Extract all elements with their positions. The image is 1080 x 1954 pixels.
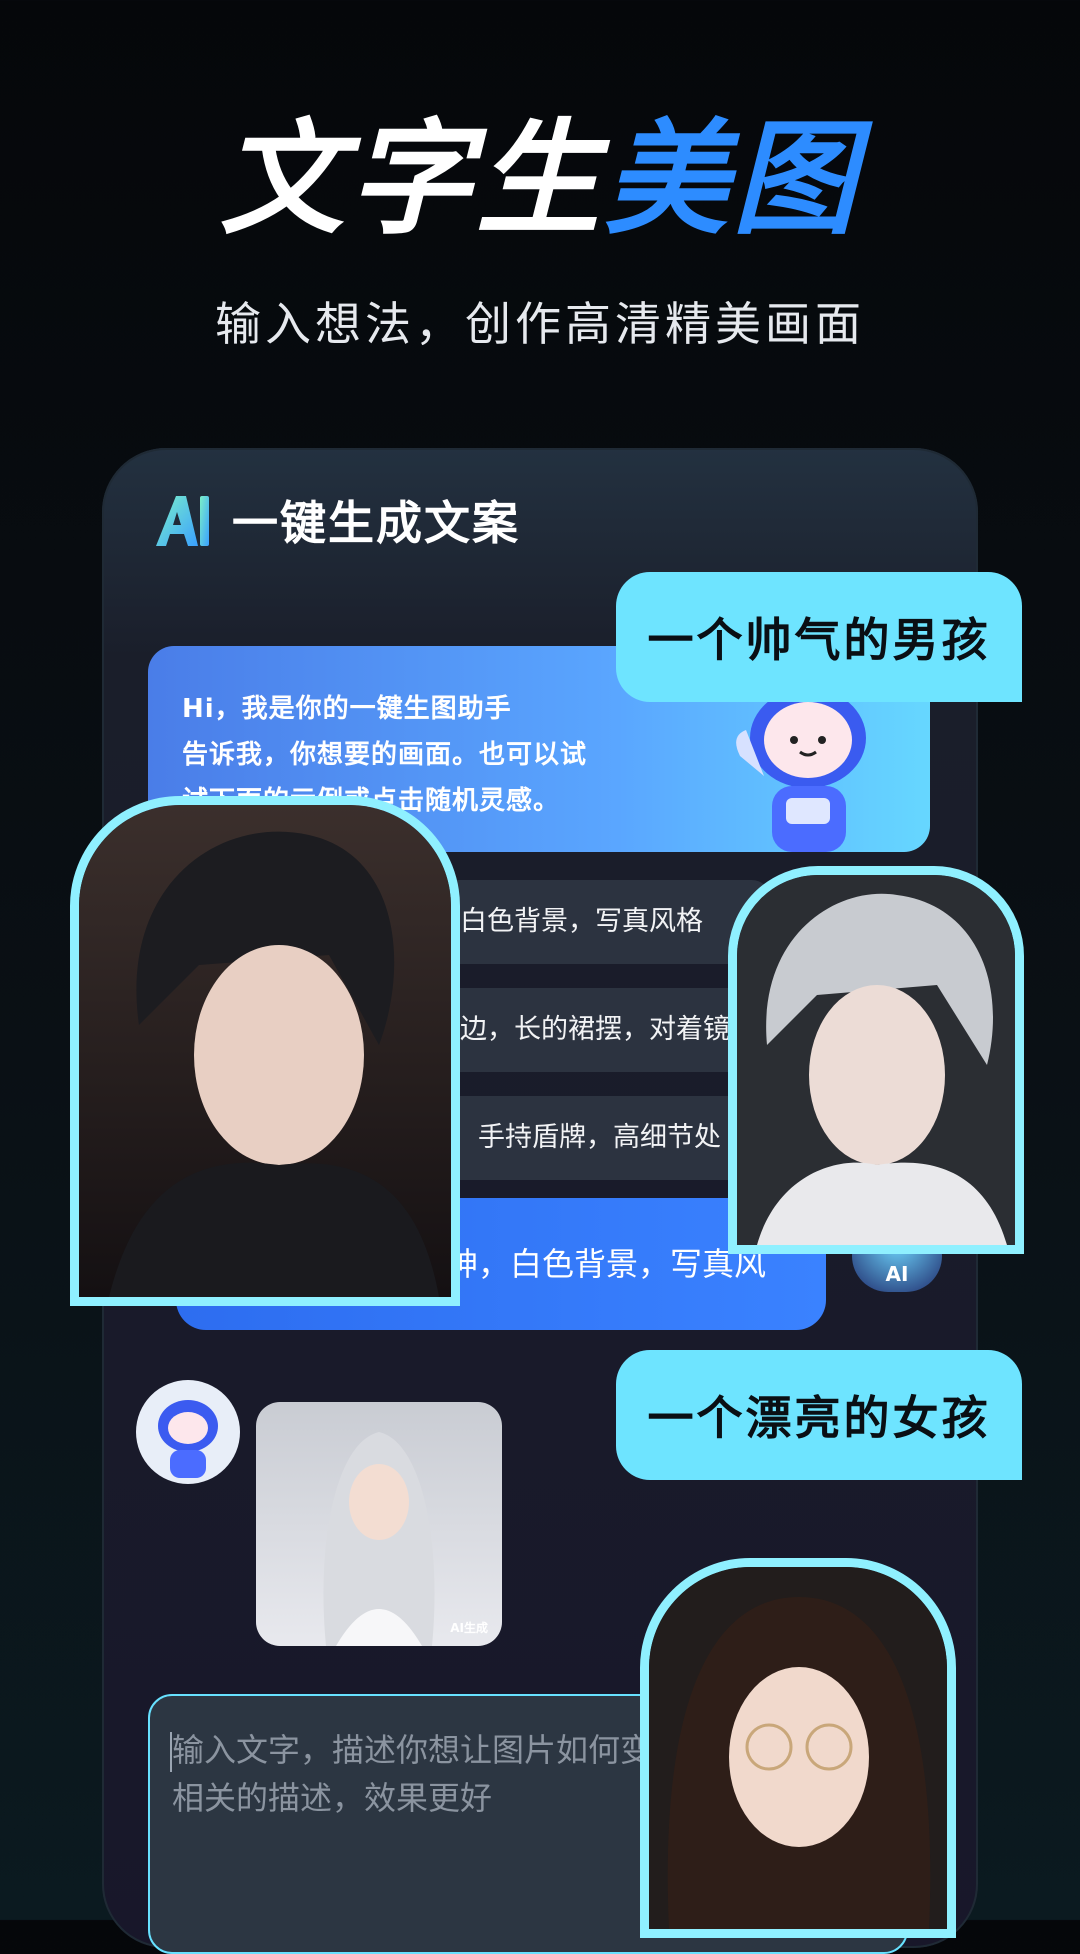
portrait-silver-hair-boy [728, 866, 1024, 1254]
hero-title-white: 文字生 [219, 108, 604, 252]
app-header: 一键生成文案 [152, 490, 520, 550]
input-placeholder: 输入文字，描述你想让图片如何变 相关的描述，效果更好 [172, 1731, 653, 1817]
chip-handsome-boy[interactable]: 一个帅气的男孩 [616, 572, 1022, 702]
astronaut-mascot [720, 686, 890, 852]
hero-subtitle: 输入想法，创作高清精美画面 [215, 297, 865, 351]
ai-logo-icon [152, 490, 214, 550]
ai-generated-badge: AI生成 [450, 1621, 488, 1635]
portrait-dark-hair-boy [70, 796, 460, 1306]
prompt-text: 手持盾牌，高细节处 [478, 1122, 721, 1153]
user-message-text: 神，白色背景，写真风 [446, 1245, 767, 1283]
hero-title: 文字生美图 [0, 118, 1080, 242]
generated-image[interactable]: AI生成 [256, 1402, 502, 1646]
app-header-title: 一键生成文案 [232, 496, 520, 550]
bot-avatar [136, 1380, 240, 1484]
ai-avatar-label: AI [885, 1262, 909, 1286]
prompt-text: 边，长的裙摆，对着镜 [460, 1014, 730, 1045]
hero-title-blue: 美图 [604, 108, 861, 252]
prompt-text: 白色背景，写真风格 [460, 906, 703, 937]
portrait-girl-glasses [640, 1558, 956, 1938]
chip-pretty-girl[interactable]: 一个漂亮的女孩 [616, 1350, 1022, 1480]
